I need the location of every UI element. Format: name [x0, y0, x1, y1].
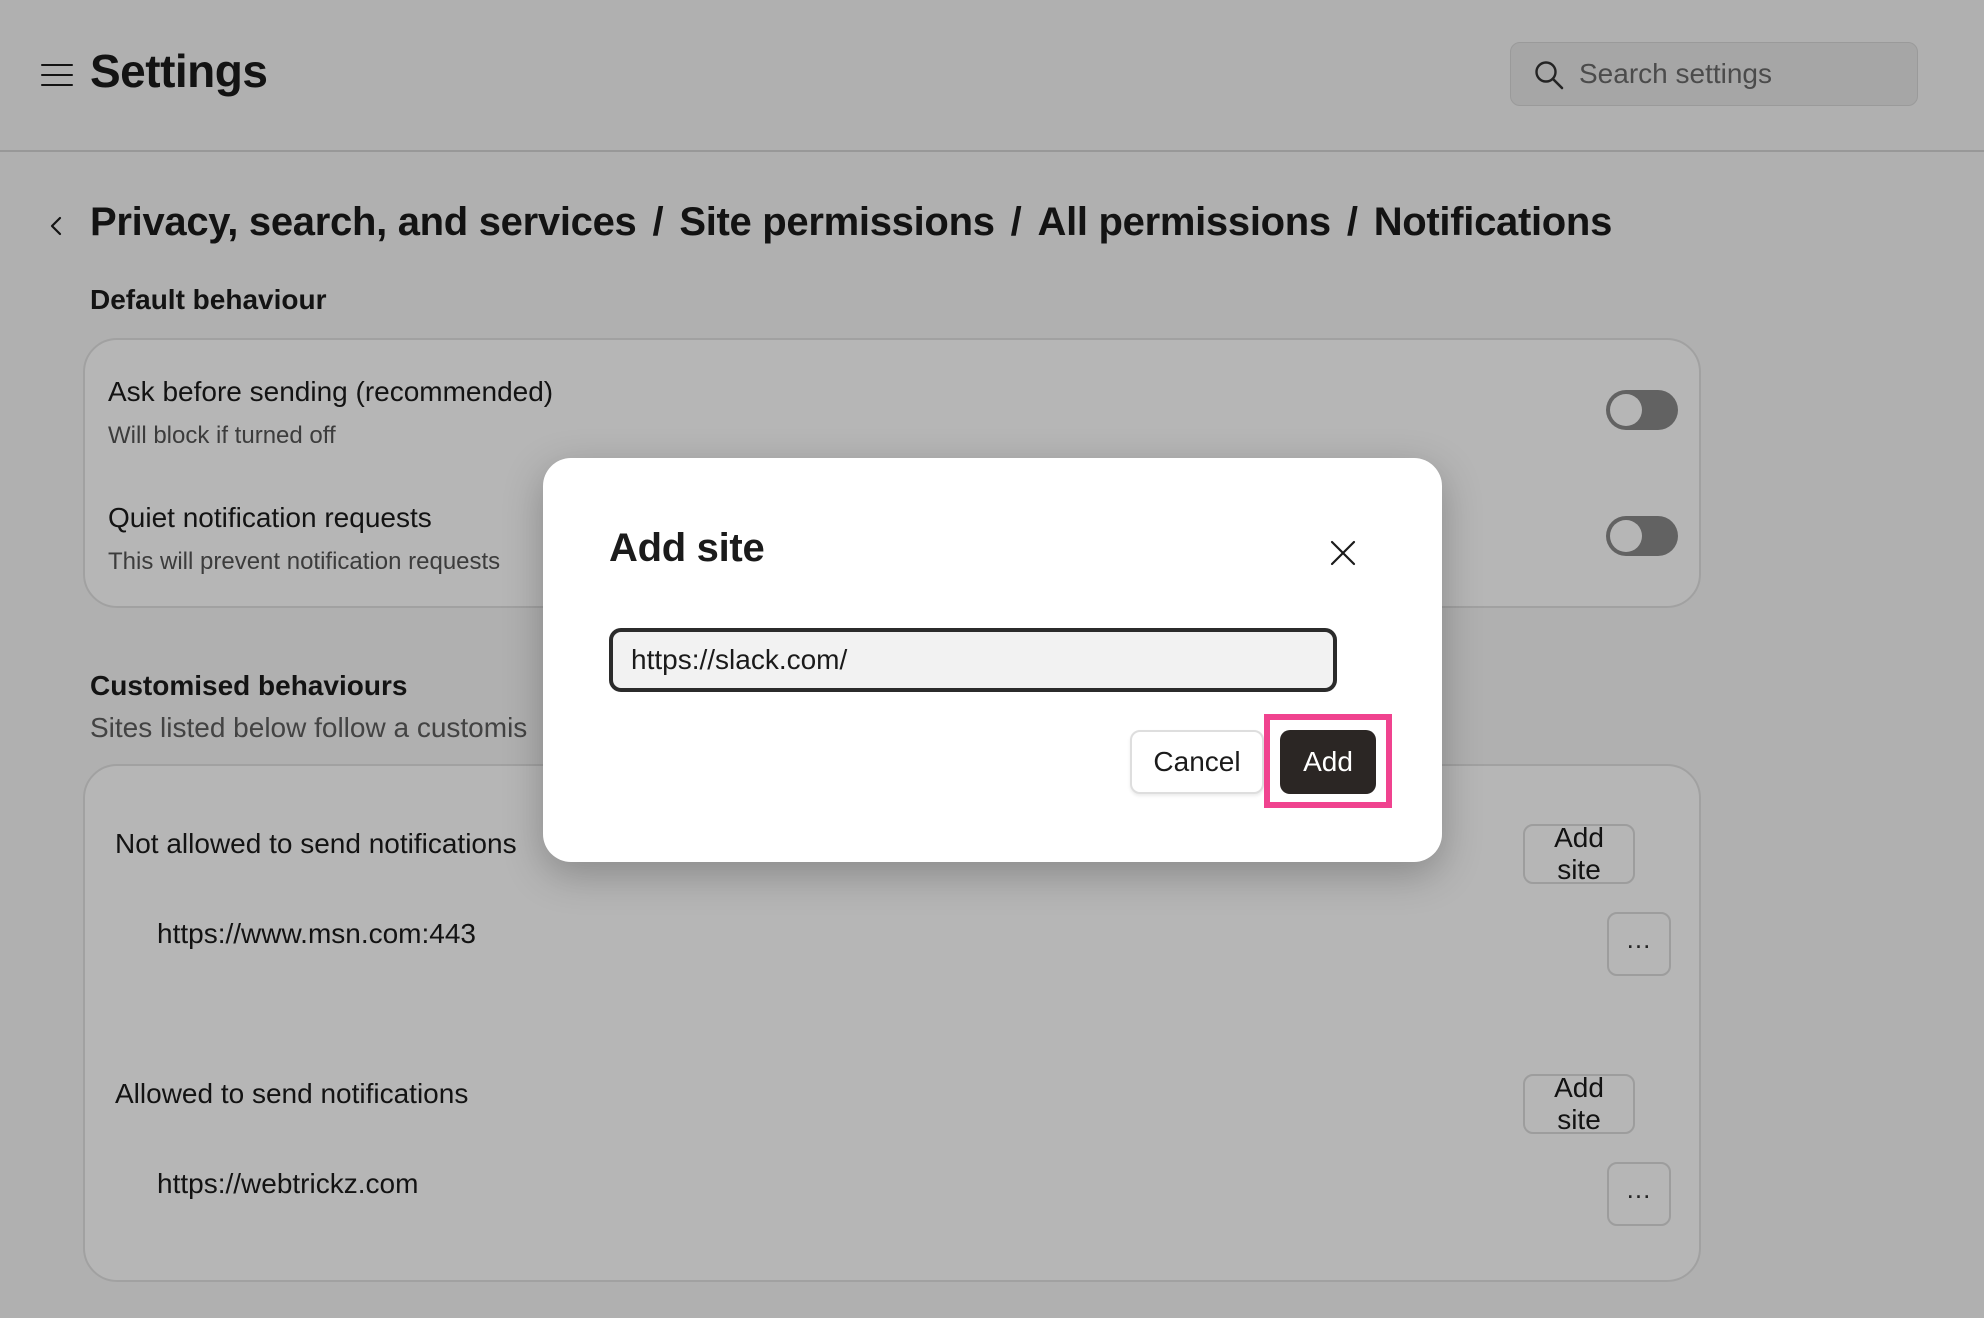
dialog-title: Add site — [609, 526, 765, 570]
close-icon[interactable] — [1328, 538, 1358, 568]
add-site-dialog: Add site Cancel Add — [543, 458, 1442, 862]
site-url-input[interactable] — [609, 628, 1337, 692]
add-button[interactable]: Add — [1280, 730, 1376, 794]
cancel-button[interactable]: Cancel — [1130, 730, 1264, 794]
